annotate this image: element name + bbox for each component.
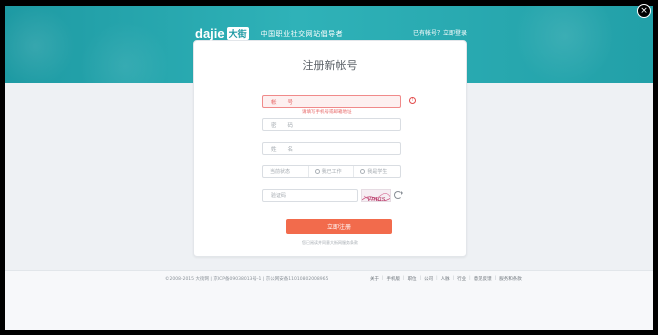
- captcha-input[interactable]: 验证码: [262, 189, 358, 202]
- status-option-working[interactable]: 我已工作: [309, 166, 355, 177]
- radio-icon: [314, 169, 320, 174]
- separator: |: [494, 276, 497, 281]
- logo-text: dajie: [195, 26, 225, 41]
- logo-cn: 大街: [226, 27, 249, 40]
- footer-links: 关于 | 手机版 | 职位 | 公司 | 人脉 | 行业 | 意见反馈 | 服务和条款: [370, 276, 522, 282]
- footer-link-industry[interactable]: 行业: [457, 276, 466, 282]
- status-option-student-label: 我是学生: [367, 169, 388, 175]
- account-error-message: 请填写手机号或邮箱地址: [302, 110, 352, 115]
- status-option-working-label: 我已工作: [321, 169, 342, 175]
- footer-link-company[interactable]: 公司: [424, 276, 433, 282]
- password-input[interactable]: 密 码: [262, 118, 401, 131]
- footer-link-terms[interactable]: 服务和条款: [499, 276, 522, 282]
- tagline: 中国职业社交网站倡导者: [260, 29, 344, 38]
- separator: |: [403, 276, 405, 281]
- brand: dajie 大街 中国职业社交网站倡导者: [195, 26, 343, 41]
- agreement-text[interactable]: 您已阅读并同意大街网服务条款: [194, 240, 466, 246]
- name-input[interactable]: 姓 名: [262, 142, 401, 155]
- footer-bar: [5, 270, 653, 330]
- radio-icon: [360, 169, 366, 174]
- status-label: 当前状态: [263, 166, 309, 177]
- captcha-text: vmas: [367, 195, 386, 202]
- name-placeholder: 姓 名: [271, 146, 294, 153]
- status-selector: 当前状态 我已工作 我是学生: [262, 165, 401, 178]
- close-icon[interactable]: ×: [637, 4, 651, 18]
- separator: |: [382, 276, 384, 281]
- refresh-icon[interactable]: [394, 191, 403, 199]
- error-icon: !: [409, 97, 416, 104]
- footer-link-about[interactable]: 关于: [370, 276, 379, 282]
- footer-link-people[interactable]: 人脉: [441, 276, 450, 282]
- captcha-placeholder: 验证码: [271, 193, 287, 199]
- register-button[interactable]: 立即注册: [286, 219, 392, 234]
- login-link[interactable]: 已有帐号？立即登录: [413, 28, 467, 37]
- separator: |: [436, 276, 438, 281]
- separator: |: [419, 276, 422, 281]
- footer-link-feedback[interactable]: 意见反馈: [474, 276, 492, 282]
- account-placeholder: 帐 号: [271, 99, 294, 106]
- status-option-student[interactable]: 我是学生: [354, 166, 400, 177]
- form-title: 注册新帐号: [302, 59, 358, 72]
- separator: |: [452, 276, 455, 281]
- register-card: 注册新帐号 帐 号 ! 请填写手机号或邮箱地址 密 码 姓 名 当前状态 我已工…: [193, 40, 467, 257]
- account-input[interactable]: 帐 号: [262, 95, 401, 108]
- footer-link-mobile[interactable]: 手机版: [387, 276, 401, 282]
- copyright: ©2008-2015 大街网 | 京ICP备09038013号-1 | 京公网安…: [165, 277, 329, 282]
- footer-link-jobs[interactable]: 职位: [408, 276, 417, 282]
- password-placeholder: 密 码: [271, 122, 294, 129]
- dajie-logo[interactable]: dajie 大街: [195, 26, 249, 41]
- page-viewport: dajie 大街 中国职业社交网站倡导者 已有帐号？立即登录 ©2008-201…: [5, 6, 653, 330]
- captcha-image[interactable]: vmas: [361, 189, 391, 202]
- captcha-graphic: vmas: [362, 193, 390, 202]
- separator: |: [469, 276, 471, 281]
